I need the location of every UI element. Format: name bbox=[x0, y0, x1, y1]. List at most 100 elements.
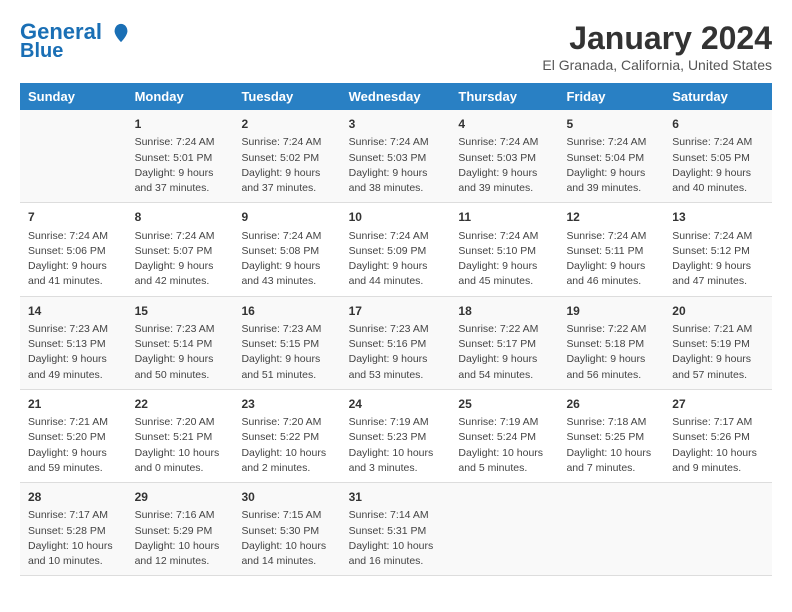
cell-w4-d4 bbox=[450, 483, 558, 576]
day-info: Sunrise: 7:17 AM Sunset: 5:28 PM Dayligh… bbox=[28, 508, 119, 569]
day-info: Sunrise: 7:17 AM Sunset: 5:26 PM Dayligh… bbox=[672, 415, 764, 476]
day-number: 11 bbox=[458, 209, 550, 226]
day-info: Sunrise: 7:19 AM Sunset: 5:23 PM Dayligh… bbox=[349, 415, 443, 476]
day-info: Sunrise: 7:23 AM Sunset: 5:16 PM Dayligh… bbox=[349, 322, 443, 383]
day-number: 12 bbox=[566, 209, 656, 226]
cell-w3-d0: 21 Sunrise: 7:21 AM Sunset: 5:20 PM Dayli… bbox=[20, 389, 127, 482]
day-info: Sunrise: 7:24 AM Sunset: 5:01 PM Dayligh… bbox=[135, 135, 226, 196]
header-row: Sunday Monday Tuesday Wednesday Thursday… bbox=[20, 83, 772, 110]
day-info: Sunrise: 7:24 AM Sunset: 5:07 PM Dayligh… bbox=[135, 229, 226, 290]
cell-w4-d5 bbox=[558, 483, 664, 576]
week-row-4: 28 Sunrise: 7:17 AM Sunset: 5:28 PM Dayli… bbox=[20, 483, 772, 576]
page-header: General Blue January 2024 El Granada, Ca… bbox=[20, 20, 772, 73]
cell-w0-d3: 3 Sunrise: 7:24 AM Sunset: 5:03 PM Daylig… bbox=[341, 110, 451, 203]
day-number: 5 bbox=[566, 116, 656, 133]
day-info: Sunrise: 7:24 AM Sunset: 5:03 PM Dayligh… bbox=[349, 135, 443, 196]
day-number: 27 bbox=[672, 396, 764, 413]
day-info: Sunrise: 7:15 AM Sunset: 5:30 PM Dayligh… bbox=[241, 508, 332, 569]
cell-w4-d1: 29Sunrise: 7:16 AM Sunset: 5:29 PM Dayli… bbox=[127, 483, 234, 576]
day-info: Sunrise: 7:24 AM Sunset: 5:09 PM Dayligh… bbox=[349, 229, 443, 290]
day-number: 14 bbox=[28, 303, 119, 320]
day-info: Sunrise: 7:18 AM Sunset: 5:25 PM Dayligh… bbox=[566, 415, 656, 476]
cell-w0-d5: 5 Sunrise: 7:24 AM Sunset: 5:04 PM Daylig… bbox=[558, 110, 664, 203]
cell-w2-d1: 15 Sunrise: 7:23 AM Sunset: 5:14 PM Dayli… bbox=[127, 296, 234, 389]
day-number: 6 bbox=[672, 116, 764, 133]
day-info: Sunrise: 7:23 AM Sunset: 5:14 PM Dayligh… bbox=[135, 322, 226, 383]
day-info: Sunrise: 7:24 AM Sunset: 5:06 PM Dayligh… bbox=[28, 229, 119, 290]
col-tuesday: Tuesday bbox=[233, 83, 340, 110]
cell-w1-d4: 11 Sunrise: 7:24 AM Sunset: 5:10 PM Dayli… bbox=[450, 203, 558, 296]
week-row-1: 7Sunrise: 7:24 AM Sunset: 5:06 PM Daylig… bbox=[20, 203, 772, 296]
day-number: 25 bbox=[458, 396, 550, 413]
day-info: Sunrise: 7:22 AM Sunset: 5:17 PM Dayligh… bbox=[458, 322, 550, 383]
calendar-table: Sunday Monday Tuesday Wednesday Thursday… bbox=[20, 83, 772, 576]
location: El Granada, California, United States bbox=[542, 57, 772, 73]
day-info: Sunrise: 7:24 AM Sunset: 5:10 PM Dayligh… bbox=[458, 229, 550, 290]
week-row-2: 14 Sunrise: 7:23 AM Sunset: 5:13 PM Dayli… bbox=[20, 296, 772, 389]
cell-w1-d5: 12 Sunrise: 7:24 AM Sunset: 5:11 PM Dayli… bbox=[558, 203, 664, 296]
cell-w1-d1: 8 Sunrise: 7:24 AM Sunset: 5:07 PM Daylig… bbox=[127, 203, 234, 296]
day-number: 19 bbox=[566, 303, 656, 320]
cell-w2-d4: 18 Sunrise: 7:22 AM Sunset: 5:17 PM Dayli… bbox=[450, 296, 558, 389]
cell-w0-d0 bbox=[20, 110, 127, 203]
day-info: Sunrise: 7:20 AM Sunset: 5:22 PM Dayligh… bbox=[241, 415, 332, 476]
day-number: 22 bbox=[135, 396, 226, 413]
cell-w2-d5: 19Sunrise: 7:22 AM Sunset: 5:18 PM Dayli… bbox=[558, 296, 664, 389]
cell-w3-d6: 27 Sunrise: 7:17 AM Sunset: 5:26 PM Dayli… bbox=[664, 389, 772, 482]
col-wednesday: Wednesday bbox=[341, 83, 451, 110]
cell-w0-d6: 6 Sunrise: 7:24 AM Sunset: 5:05 PM Daylig… bbox=[664, 110, 772, 203]
day-number: 17 bbox=[349, 303, 443, 320]
cell-w2-d2: 16 Sunrise: 7:23 AM Sunset: 5:15 PM Dayli… bbox=[233, 296, 340, 389]
cell-w1-d6: 13Sunrise: 7:24 AM Sunset: 5:12 PM Dayli… bbox=[664, 203, 772, 296]
month-title: January 2024 bbox=[542, 20, 772, 57]
col-saturday: Saturday bbox=[664, 83, 772, 110]
cell-w2-d3: 17 Sunrise: 7:23 AM Sunset: 5:16 PM Dayli… bbox=[341, 296, 451, 389]
week-row-3: 21 Sunrise: 7:21 AM Sunset: 5:20 PM Dayli… bbox=[20, 389, 772, 482]
cell-w3-d2: 23Sunrise: 7:20 AM Sunset: 5:22 PM Dayli… bbox=[233, 389, 340, 482]
col-thursday: Thursday bbox=[450, 83, 558, 110]
day-number: 28 bbox=[28, 489, 119, 506]
cell-w3-d1: 22 Sunrise: 7:20 AM Sunset: 5:21 PM Dayli… bbox=[127, 389, 234, 482]
day-info: Sunrise: 7:24 AM Sunset: 5:08 PM Dayligh… bbox=[241, 229, 332, 290]
day-number: 8 bbox=[135, 209, 226, 226]
cell-w4-d6 bbox=[664, 483, 772, 576]
day-info: Sunrise: 7:24 AM Sunset: 5:11 PM Dayligh… bbox=[566, 229, 656, 290]
day-number: 2 bbox=[241, 116, 332, 133]
day-number: 31 bbox=[349, 489, 443, 506]
day-info: Sunrise: 7:24 AM Sunset: 5:05 PM Dayligh… bbox=[672, 135, 764, 196]
day-info: Sunrise: 7:21 AM Sunset: 5:19 PM Dayligh… bbox=[672, 322, 764, 383]
cell-w2-d0: 14 Sunrise: 7:23 AM Sunset: 5:13 PM Dayli… bbox=[20, 296, 127, 389]
day-number: 3 bbox=[349, 116, 443, 133]
day-info: Sunrise: 7:21 AM Sunset: 5:20 PM Dayligh… bbox=[28, 415, 119, 476]
day-info: Sunrise: 7:23 AM Sunset: 5:13 PM Dayligh… bbox=[28, 322, 119, 383]
logo: General Blue bbox=[20, 20, 132, 62]
cell-w0-d1: 1Sunrise: 7:24 AM Sunset: 5:01 PM Daylig… bbox=[127, 110, 234, 203]
cell-w3-d4: 25Sunrise: 7:19 AM Sunset: 5:24 PM Dayli… bbox=[450, 389, 558, 482]
day-number: 24 bbox=[349, 396, 443, 413]
day-number: 16 bbox=[241, 303, 332, 320]
cell-w4-d0: 28 Sunrise: 7:17 AM Sunset: 5:28 PM Dayli… bbox=[20, 483, 127, 576]
day-number: 9 bbox=[241, 209, 332, 226]
cell-w4-d2: 30 Sunrise: 7:15 AM Sunset: 5:30 PM Dayli… bbox=[233, 483, 340, 576]
col-friday: Friday bbox=[558, 83, 664, 110]
cell-w0-d2: 2Sunrise: 7:24 AM Sunset: 5:02 PM Daylig… bbox=[233, 110, 340, 203]
cell-w3-d3: 24 Sunrise: 7:19 AM Sunset: 5:23 PM Dayli… bbox=[341, 389, 451, 482]
day-info: Sunrise: 7:23 AM Sunset: 5:15 PM Dayligh… bbox=[241, 322, 332, 383]
day-number: 18 bbox=[458, 303, 550, 320]
day-number: 26 bbox=[566, 396, 656, 413]
cell-w4-d3: 31Sunrise: 7:14 AM Sunset: 5:31 PM Dayli… bbox=[341, 483, 451, 576]
day-number: 20 bbox=[672, 303, 764, 320]
logo-icon bbox=[110, 22, 132, 44]
day-number: 30 bbox=[241, 489, 332, 506]
col-sunday: Sunday bbox=[20, 83, 127, 110]
day-info: Sunrise: 7:20 AM Sunset: 5:21 PM Dayligh… bbox=[135, 415, 226, 476]
cell-w2-d6: 20 Sunrise: 7:21 AM Sunset: 5:19 PM Dayli… bbox=[664, 296, 772, 389]
day-number: 15 bbox=[135, 303, 226, 320]
title-block: January 2024 El Granada, California, Uni… bbox=[542, 20, 772, 73]
day-info: Sunrise: 7:24 AM Sunset: 5:04 PM Dayligh… bbox=[566, 135, 656, 196]
day-number: 4 bbox=[458, 116, 550, 133]
day-number: 29 bbox=[135, 489, 226, 506]
day-number: 21 bbox=[28, 396, 119, 413]
cell-w1-d3: 10Sunrise: 7:24 AM Sunset: 5:09 PM Dayli… bbox=[341, 203, 451, 296]
cell-w1-d0: 7Sunrise: 7:24 AM Sunset: 5:06 PM Daylig… bbox=[20, 203, 127, 296]
